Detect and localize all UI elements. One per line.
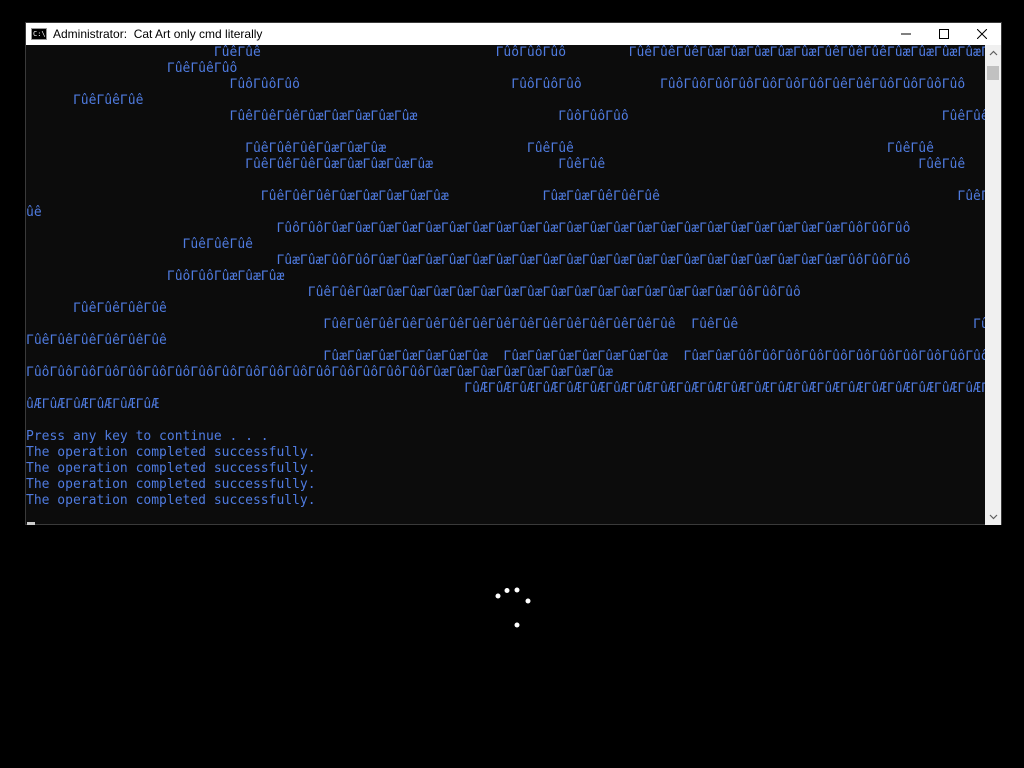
console-line: ΓûêΓûêΓûêΓûê bbox=[26, 301, 167, 316]
console-line: ΓûêΓûêΓûô bbox=[26, 61, 238, 76]
close-icon bbox=[977, 29, 987, 39]
console-line: ΓûêΓûêΓûêΓûæΓûæΓûæ ΓûêΓûê ΓûêΓûê bbox=[26, 141, 934, 156]
minimize-button[interactable] bbox=[887, 23, 925, 45]
window-controls bbox=[887, 23, 1001, 45]
console-line: ΓûêΓûêΓûæΓûæΓûæΓûæΓûæΓûæΓûæΓûæΓûæΓûæΓûæΓ… bbox=[26, 285, 801, 300]
console-text: ΓûêΓûê ΓûôΓûôΓûô ΓûêΓûêΓûêΓûæΓûæΓûæΓûæΓû… bbox=[26, 45, 986, 509]
cmd-window: C:\ Administrator: Cat Art only cmd lite… bbox=[25, 22, 1002, 525]
cmd-icon: C:\ bbox=[31, 28, 47, 40]
console-line: ΓûôΓûôΓûæΓûæΓûæ bbox=[26, 269, 285, 284]
console-line: ΓûêΓûêΓûêΓûêΓûêΓûê bbox=[26, 333, 167, 348]
console-line: ΓûêΓûêΓûêΓûæΓûæΓûæΓûæΓûæ ΓûæΓûæΓûêΓûêΓûê… bbox=[26, 189, 986, 204]
window-title: Administrator: Cat Art only cmd literall… bbox=[53, 27, 263, 41]
console-output[interactable]: ΓûêΓûê ΓûôΓûôΓûô ΓûêΓûêΓûêΓûæΓûæΓûæΓûæΓû… bbox=[26, 45, 986, 525]
console-line: ΓûêΓûê ΓûôΓûôΓûô ΓûêΓûêΓûêΓûæΓûæΓûæΓûæΓû… bbox=[213, 45, 986, 60]
chevron-up-icon bbox=[989, 50, 997, 56]
console-line: ûê bbox=[26, 205, 42, 220]
console-line: ûÆΓûÆΓûÆΓûÆΓûÆΓûÆ bbox=[26, 397, 160, 412]
maximize-button[interactable] bbox=[925, 23, 963, 45]
scroll-down-button[interactable] bbox=[985, 509, 1001, 525]
console-line: Press any key to continue . . . bbox=[26, 429, 269, 444]
scroll-thumb[interactable] bbox=[987, 66, 999, 80]
console-line: ΓûôΓûôΓûôΓûôΓûôΓûôΓûôΓûôΓûôΓûôΓûôΓûôΓûôΓ… bbox=[26, 365, 613, 380]
text-cursor bbox=[27, 522, 35, 525]
chevron-down-icon bbox=[989, 514, 997, 520]
console-line: ΓûêΓûêΓûêΓûæΓûæΓûæΓûæΓûæ ΓûêΓûê ΓûêΓûê bbox=[26, 157, 966, 172]
console-line: ΓûæΓûæΓûæΓûæΓûæΓûæΓûæ ΓûæΓûæΓûæΓûæΓûæΓûæ… bbox=[323, 349, 986, 364]
maximize-icon bbox=[939, 29, 949, 39]
loading-spinner-icon bbox=[495, 587, 531, 628]
console-line: ΓûôΓûôΓûô ΓûôΓûôΓûô ΓûôΓûôΓûôΓûôΓûôΓûôΓû… bbox=[26, 77, 966, 92]
console-line: The operation completed successfully. bbox=[26, 477, 316, 492]
console-line: ΓûêΓûêΓûêΓûæΓûæΓûæΓûæΓûæ ΓûôΓûôΓûô ΓûêΓû… bbox=[26, 109, 986, 124]
console-line: ΓûæΓûæΓûôΓûôΓûæΓûæΓûæΓûæΓûæΓûæΓûæΓûæΓûæΓ… bbox=[26, 253, 911, 268]
console-line: ΓûÆΓûÆΓûÆΓûÆΓûÆΓûÆΓûÆΓûÆΓûÆΓûÆΓûÆΓûÆΓûÆΓ… bbox=[464, 381, 986, 396]
console-line: ΓûêΓûêΓûêΓûêΓûêΓûêΓûêΓûêΓûêΓûêΓûêΓûêΓûêΓ… bbox=[26, 317, 986, 332]
console-line: ΓûôΓûôΓûæΓûæΓûæΓûæΓûæΓûæΓûæΓûæΓûæΓûæΓûæΓ… bbox=[26, 221, 911, 236]
console-line: ΓûêΓûêΓûê bbox=[26, 237, 253, 252]
console-line: The operation completed successfully. bbox=[26, 445, 316, 460]
minimize-icon bbox=[901, 33, 911, 35]
scroll-up-button[interactable] bbox=[985, 45, 1001, 61]
title-bar[interactable]: C:\ Administrator: Cat Art only cmd lite… bbox=[26, 23, 1001, 45]
console-line: ΓûêΓûêΓûê bbox=[26, 93, 144, 108]
console-line: The operation completed successfully. bbox=[26, 461, 316, 476]
vertical-scrollbar[interactable] bbox=[985, 45, 1001, 525]
close-button[interactable] bbox=[963, 23, 1001, 45]
console-line: The operation completed successfully. bbox=[26, 493, 316, 508]
